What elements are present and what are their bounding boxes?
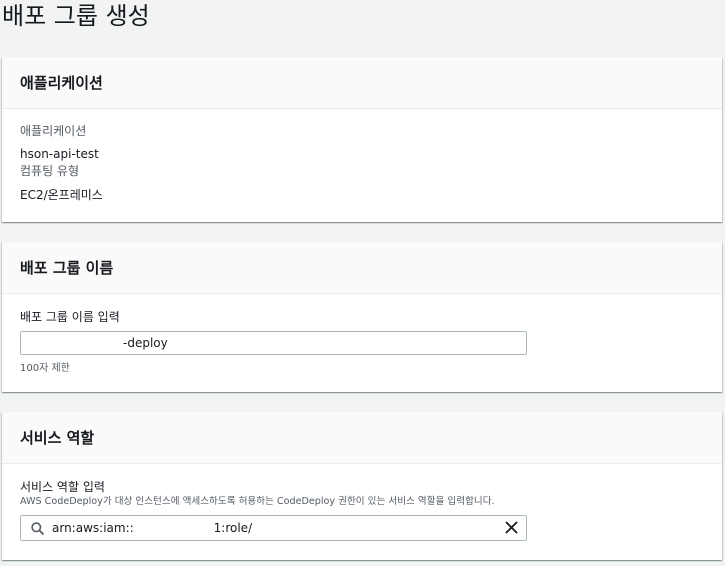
service-role-search-input[interactable]: arn:aws:iam:: 1:role/ xyxy=(20,515,527,541)
deployment-group-name-header: 배포 그룹 이름 xyxy=(2,242,722,294)
application-label: 애플리케이션 xyxy=(20,124,87,138)
service-role-value-prefix: arn:aws:iam:: xyxy=(52,521,134,535)
deployment-group-name-hint: 100자 제한 xyxy=(20,363,70,374)
deployment-group-name-value: -deploy xyxy=(123,336,168,350)
compute-type-label: 컴퓨팅 유형 xyxy=(20,164,80,178)
deployment-group-name-label: 배포 그룹 이름 입력 xyxy=(20,310,120,324)
application-value: hson-api-test xyxy=(20,147,99,161)
search-icon xyxy=(30,521,44,535)
service-role-label: 서비스 역할 입력 xyxy=(20,480,105,494)
application-panel-header: 애플리케이션 xyxy=(2,57,722,109)
deployment-group-name-panel: 배포 그룹 이름 배포 그룹 이름 입력 -deploy 100자 제한 xyxy=(2,242,722,392)
compute-type-value: EC2/온프레미스 xyxy=(20,188,103,202)
close-icon[interactable] xyxy=(504,520,518,534)
service-role-description: AWS CodeDeploy가 대상 인스턴스에 액세스하도록 허용하는 Cod… xyxy=(20,496,495,507)
service-role-header: 서비스 역할 xyxy=(2,412,722,464)
deployment-group-name-input[interactable]: -deploy xyxy=(20,331,527,355)
service-role-value-suffix: 1:role/ xyxy=(213,521,253,535)
redacted-account-id xyxy=(133,521,214,535)
service-role-panel: 서비스 역할 서비스 역할 입력 AWS CodeDeploy가 대상 인스턴스… xyxy=(2,412,722,560)
application-panel: 애플리케이션 애플리케이션 hson-api-test 컴퓨팅 유형 EC2/온… xyxy=(2,57,722,222)
page-title: 배포 그룹 생성 xyxy=(2,2,150,30)
redacted-region xyxy=(21,336,123,350)
